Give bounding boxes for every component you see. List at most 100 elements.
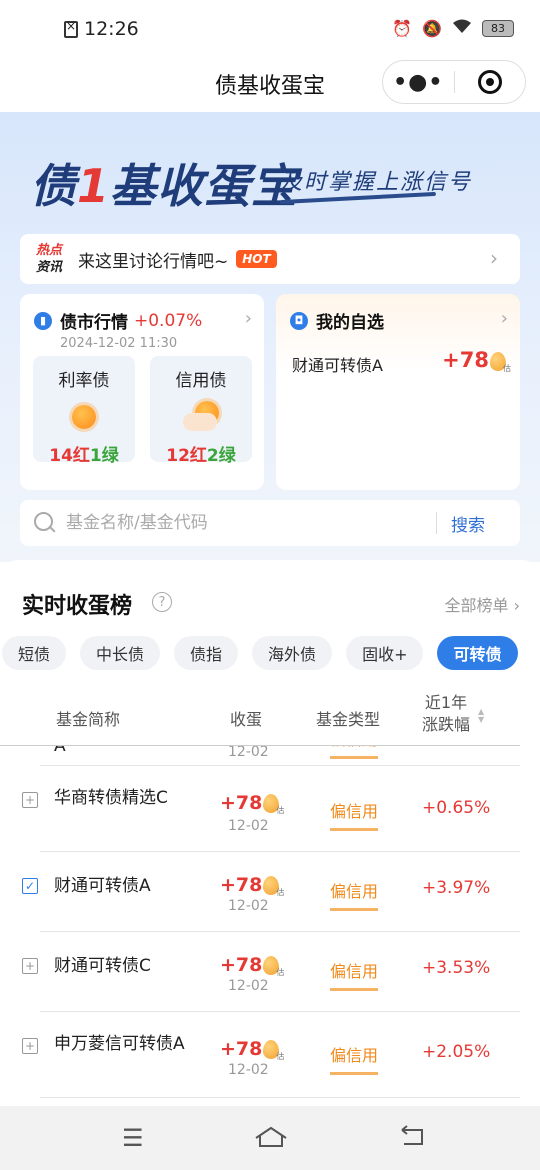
col-year-change[interactable]: 近1年 涨跌幅: [422, 692, 470, 736]
search-button[interactable]: 搜索: [451, 511, 485, 536]
rate-bond-label: 利率债: [58, 371, 110, 391]
watchlist-item-value: +78: [442, 348, 511, 374]
search-icon: [34, 512, 56, 534]
chevron-right-icon: ›: [244, 308, 252, 329]
fund-date: 12-02: [228, 978, 269, 994]
market-title: 债市行情: [60, 313, 128, 333]
menu-icon[interactable]: ☰: [122, 1124, 144, 1152]
tab-bond-index[interactable]: 债指: [174, 636, 239, 670]
search-input[interactable]: [66, 513, 436, 533]
credit-bond-label: 信用债: [175, 371, 227, 391]
sunny-icon: [66, 399, 102, 435]
mini-program-capsule: •●•: [382, 60, 526, 104]
status-icons: ⏰ 🔕 83: [392, 18, 514, 38]
fund-egg-value: +78: [220, 1038, 284, 1062]
alarm-icon: ⏰: [392, 18, 413, 38]
fund-type: 偏信用: [330, 878, 379, 911]
banner-title: 债1基收蛋宝: [30, 150, 298, 216]
tab-mid-long-bond[interactable]: 中长债: [80, 636, 161, 670]
mute-icon: 🔕: [422, 18, 442, 38]
fund-type: 偏信用: [330, 798, 379, 831]
hot-tag-line2: 资讯: [36, 260, 63, 275]
market-card-header: ▮ 债市行情 +0.07%: [34, 308, 202, 333]
search-bar: 搜索: [20, 500, 520, 546]
home-icon[interactable]: [254, 1124, 288, 1154]
add-icon[interactable]: +: [22, 1038, 38, 1054]
tab-short-bond[interactable]: 短债: [2, 636, 67, 670]
close-icon: [477, 70, 502, 94]
add-icon[interactable]: +: [22, 958, 38, 974]
watchlist-card[interactable]: ◘ 我的自选 › 财通可转债A +78: [276, 294, 520, 490]
watchlist-title: 我的自选: [316, 313, 384, 333]
col-egg: 收蛋: [230, 710, 263, 729]
tab-fixed-income-plus[interactable]: 固收+: [346, 636, 424, 670]
fund-egg-value: +78: [220, 954, 284, 978]
hot-news-bar[interactable]: 热点 资讯 来这里讨论行情吧~ HOT ›: [20, 234, 520, 284]
ranking-panel: 实时收蛋榜 ? 全部榜单 › 短债 中长债 债指 海外债 固收+ 可转债 基金简…: [0, 560, 540, 1110]
hot-news-tag: 热点 资讯: [36, 242, 62, 276]
system-nav-bar: ☰: [0, 1106, 540, 1170]
fund-date: 12-02: [228, 746, 269, 760]
rate-bond-tile[interactable]: 利率债 14红1绿: [33, 356, 135, 466]
chevron-right-icon: ›: [500, 308, 508, 329]
banner-slogan: 及时掌握上涨信号: [280, 170, 473, 195]
table-row[interactable]: + 华商转债精选C +78 12-02 偏信用 +0.65%: [0, 766, 540, 852]
credit-bond-count: 12红2绿: [166, 446, 236, 466]
chevron-right-icon: ›: [490, 246, 498, 270]
fund-date: 12-02: [228, 898, 269, 914]
tab-convertible-bond[interactable]: 可转债: [437, 636, 518, 670]
tab-overseas-bond[interactable]: 海外债: [252, 636, 333, 670]
table-row[interactable]: A 12-02 偏信用: [0, 746, 540, 766]
col-fund-type: 基金类型: [316, 710, 381, 729]
egg-icon: [263, 876, 284, 898]
help-icon[interactable]: ?: [152, 592, 172, 612]
table-row[interactable]: ✓ 财通可转债A +78 12-02 偏信用 +3.97%: [0, 852, 540, 932]
table-row[interactable]: + 申万菱信可转债A +78 12-02 偏信用 +2.05%: [0, 1012, 540, 1098]
all-rankings-link[interactable]: 全部榜单 ›: [445, 592, 521, 616]
sort-icon[interactable]: ▲ ▼: [478, 708, 484, 724]
fund-egg-value: +78: [220, 792, 284, 816]
fund-year-change: +0.65%: [422, 798, 491, 818]
status-time: 12:26: [84, 18, 139, 40]
fund-name: 申万菱信可转债A: [54, 1034, 185, 1054]
fund-date: 12-02: [228, 1062, 269, 1078]
market-change: +0.07%: [134, 310, 203, 331]
title-bar: 债基收蛋宝 •●•: [0, 60, 540, 112]
table-row[interactable]: + 财通可转债C +78 12-02 偏信用 +3.53%: [0, 932, 540, 1012]
fund-year-change: +2.05%: [422, 1042, 491, 1062]
egg-icon: [263, 956, 284, 978]
fund-name: A: [54, 746, 66, 756]
col-year-change-b: 涨跌幅: [422, 715, 471, 734]
table-header: 基金简称 收蛋 基金类型 近1年 涨跌幅 ▲ ▼: [0, 690, 520, 746]
egg-icon: [263, 1040, 284, 1062]
watchlist-item-name[interactable]: 财通可转债A: [292, 352, 383, 376]
add-icon[interactable]: +: [22, 792, 38, 808]
chart-icon: ▮: [34, 311, 52, 330]
fund-year-change: +3.53%: [422, 958, 491, 978]
checked-icon[interactable]: ✓: [22, 878, 38, 894]
battery-icon: 83: [482, 19, 514, 37]
back-icon[interactable]: [398, 1124, 426, 1154]
fund-name: 华商转债精选C: [54, 788, 168, 808]
banner-title-b: 基收蛋宝: [110, 159, 299, 213]
fund-list: A 12-02 偏信用 + 华商转债精选C +78 12-02 偏信用 +0.6…: [0, 746, 540, 1110]
ranking-title: 实时收蛋榜: [22, 594, 133, 619]
fund-egg-value: +78: [220, 874, 284, 898]
egg-icon: [263, 794, 284, 816]
fund-type: 偏信用: [330, 958, 379, 991]
close-button[interactable]: [455, 70, 526, 94]
market-card[interactable]: ▮ 债市行情 +0.07% › 2024-12-02 11:30 利率债 14红…: [20, 294, 264, 490]
banner-title-one: 1: [77, 159, 111, 213]
col-year-change-a: 近1年: [424, 693, 468, 712]
hot-news-text: 来这里讨论行情吧~: [78, 251, 229, 272]
more-icon[interactable]: •●•: [383, 70, 454, 95]
credit-bond-tile[interactable]: 信用债 12红2绿: [150, 356, 252, 466]
banner-title-a: 债: [30, 159, 77, 213]
sim-icon: [64, 19, 78, 38]
category-tabs: 短债 中长债 债指 海外债 固收+ 可转债: [2, 636, 518, 670]
rate-bond-count: 14红1绿: [49, 446, 119, 466]
hot-badge: HOT: [236, 250, 277, 268]
fund-name: 财通可转债C: [54, 956, 151, 976]
wifi-icon: [452, 18, 472, 38]
watchlist-header: ◘ 我的自选: [290, 308, 384, 333]
